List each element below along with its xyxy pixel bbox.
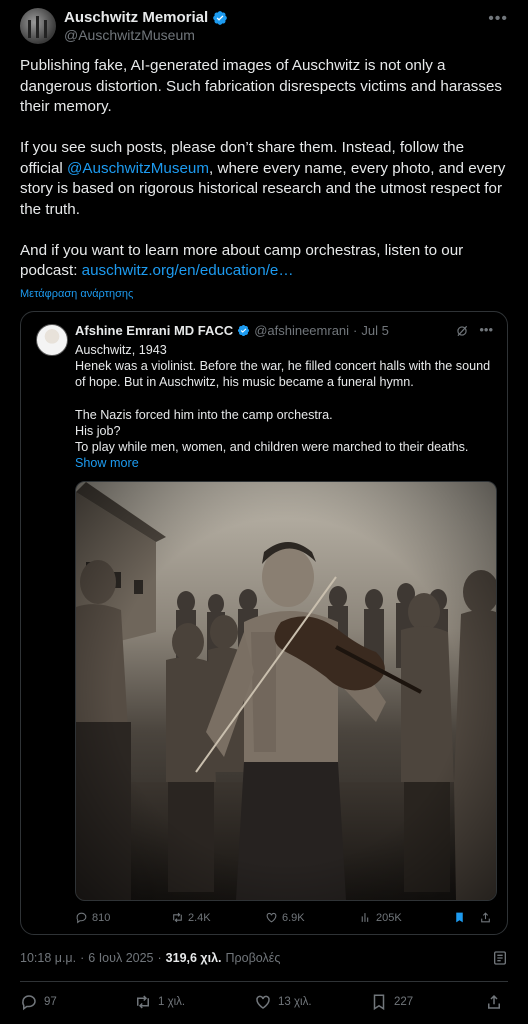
post-actions: 97 1 χιλ. 13 χιλ. 227 [20,993,508,1013]
quoted-repost-count: 2.4K [188,911,211,924]
divider [20,981,508,982]
reply-button[interactable]: 97 [20,993,57,1011]
quoted-line-4: The Nazis forced him into the camp orche… [75,407,333,422]
post-text: Publishing fake, AI-generated images of … [20,56,510,302]
post: Auschwitz Memorial @AuschwitzMuseum ••• … [0,0,528,1024]
quoted-text: Auschwitz, 1943 Henek was a violinist. B… [75,342,495,471]
quoted-more-icon[interactable]: ••• [479,322,493,337]
grok-analyze-icon[interactable] [492,950,508,966]
bookmark-button[interactable]: 227 [370,993,413,1011]
translate-post-link[interactable]: Μετάφραση ανάρτησης [20,288,133,300]
share-icon [488,994,500,1009]
quoted-line-5: His job? [75,423,121,438]
repost-count: 1 χιλ. [158,996,186,1008]
like-icon [266,912,277,923]
repost-button[interactable]: 1 χιλ. [134,993,185,1011]
like-icon [256,995,270,1009]
podcast-link[interactable]: auschwitz.org/en/education/e… [82,262,294,279]
quoted-author-name[interactable]: Afshine Emrani MD FACC [75,323,233,338]
quoted-like-count: 6.9K [282,911,305,924]
quoted-like-button[interactable]: 6.9K [265,911,305,924]
quoted-share-button[interactable] [479,911,492,924]
reply-icon [76,912,87,924]
quoted-author-handle[interactable]: @afshineemrani [254,323,349,338]
quoted-repost-button[interactable]: 2.4K [171,911,211,924]
meta-separator-2: · [157,951,162,965]
author-avatar[interactable] [20,8,56,44]
mention-link[interactable]: @AuschwitzMuseum [67,160,209,177]
bookmark-filled-icon [456,912,463,923]
quoted-line-3: of hope. But in Auschwitz, his music bec… [75,375,414,390]
like-count: 13 χιλ. [278,996,312,1008]
quoted-line-1: Auschwitz, 1943 [75,343,167,357]
author-name[interactable]: Auschwitz Memorial [64,9,208,26]
quoted-line-6: To play while men, women, and children w… [75,440,469,455]
author-name-row[interactable]: Auschwitz Memorial [64,9,228,26]
repost-icon [173,912,182,923]
quoted-line-2: Henek was a violinist. Before the war, h… [75,359,491,374]
quoted-header: Afshine Emrani MD FACC @afshineemrani · … [75,323,389,338]
bookmark-icon [373,994,385,1011]
quoted-author-avatar[interactable] [36,324,68,356]
quoted-reply-count: 810 [92,911,111,924]
quoted-reply-button[interactable]: 810 [75,911,110,924]
share-icon [481,912,490,923]
author-handle[interactable]: @AuschwitzMuseum [64,27,195,43]
repost-icon [137,995,149,1009]
quoted-photo[interactable] [75,481,497,901]
quoted-actions: 810 2.4K 6.9K 205K [75,911,495,927]
verified-badge-icon [213,10,228,25]
quoted-views-count: 205K [376,911,402,924]
quoted-views-button[interactable]: 205K [359,911,402,924]
more-options-icon[interactable]: ••• [488,10,508,28]
post-date[interactable]: 6 Ιουλ 2025 [88,951,153,965]
like-button[interactable]: 13 χιλ. [254,993,312,1011]
show-more-link[interactable]: Show more [75,455,495,471]
reply-icon [22,995,36,1011]
bookmark-count: 227 [394,996,414,1008]
reply-count: 97 [44,996,57,1008]
views-count: 319,6 χιλ. [165,951,222,965]
grok-icon[interactable] [455,324,469,338]
views-icon [361,913,369,922]
post-time[interactable]: 10:18 μ.μ. [20,951,76,965]
share-button[interactable] [485,993,503,1011]
post-paragraph-3: And if you want to learn more about camp… [20,241,510,282]
quoted-post[interactable]: Afshine Emrani MD FACC @afshineemrani · … [20,311,508,935]
quoted-bookmark-button[interactable] [453,911,466,924]
quoted-date[interactable]: Jul 5 [361,323,388,338]
post-paragraph-2: If you see such posts, please don’t shar… [20,138,510,220]
views-label: Προβολές [225,951,281,965]
meta-separator: · [80,951,85,965]
post-paragraph-1: Publishing fake, AI-generated images of … [20,57,503,115]
quoted-separator: · [353,323,358,338]
quoted-verified-badge-icon [238,324,250,337]
photo-image [76,482,496,900]
post-meta: 10:18 μ.μ. · 6 Ιουλ 2025 · 319,6 χιλ. Πρ… [20,951,280,965]
